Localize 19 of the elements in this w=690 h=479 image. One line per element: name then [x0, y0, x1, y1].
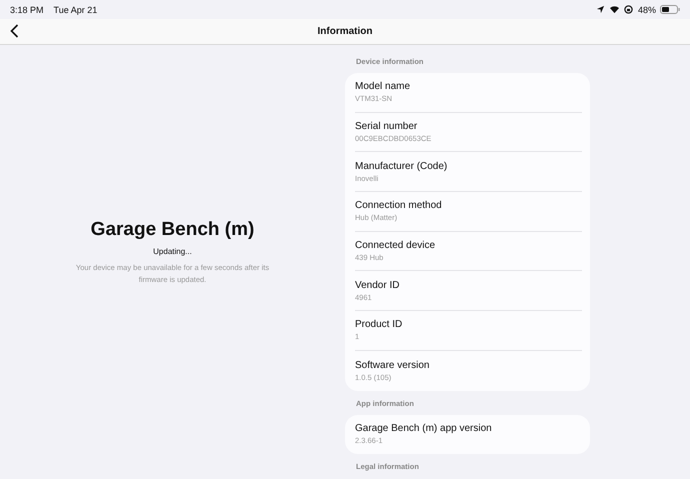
chevron-left-icon	[10, 24, 19, 38]
status-date: Tue Apr 21	[54, 4, 98, 14]
info-label: Vendor ID	[355, 280, 400, 291]
battery-icon	[660, 5, 680, 14]
info-label: Serial number	[355, 121, 418, 132]
device-name: Garage Bench (m)	[90, 218, 254, 240]
info-label: Software version	[355, 360, 430, 371]
info-label: Product ID	[355, 319, 404, 330]
wifi-icon	[608, 5, 620, 14]
info-label: Connection method	[355, 200, 443, 212]
location-icon	[596, 5, 605, 14]
info-label: Model name	[355, 81, 412, 92]
page-title: Information	[318, 26, 372, 37]
update-status: Updating...	[153, 246, 192, 256]
info-label: Connected device	[355, 240, 436, 252]
info-label: Garage Bench (m) app version	[355, 423, 493, 434]
battery-percent: 48%	[638, 4, 656, 14]
status-time: 3:18 PM	[10, 4, 44, 14]
info-label: Manufacturer (Code)	[355, 160, 448, 172]
